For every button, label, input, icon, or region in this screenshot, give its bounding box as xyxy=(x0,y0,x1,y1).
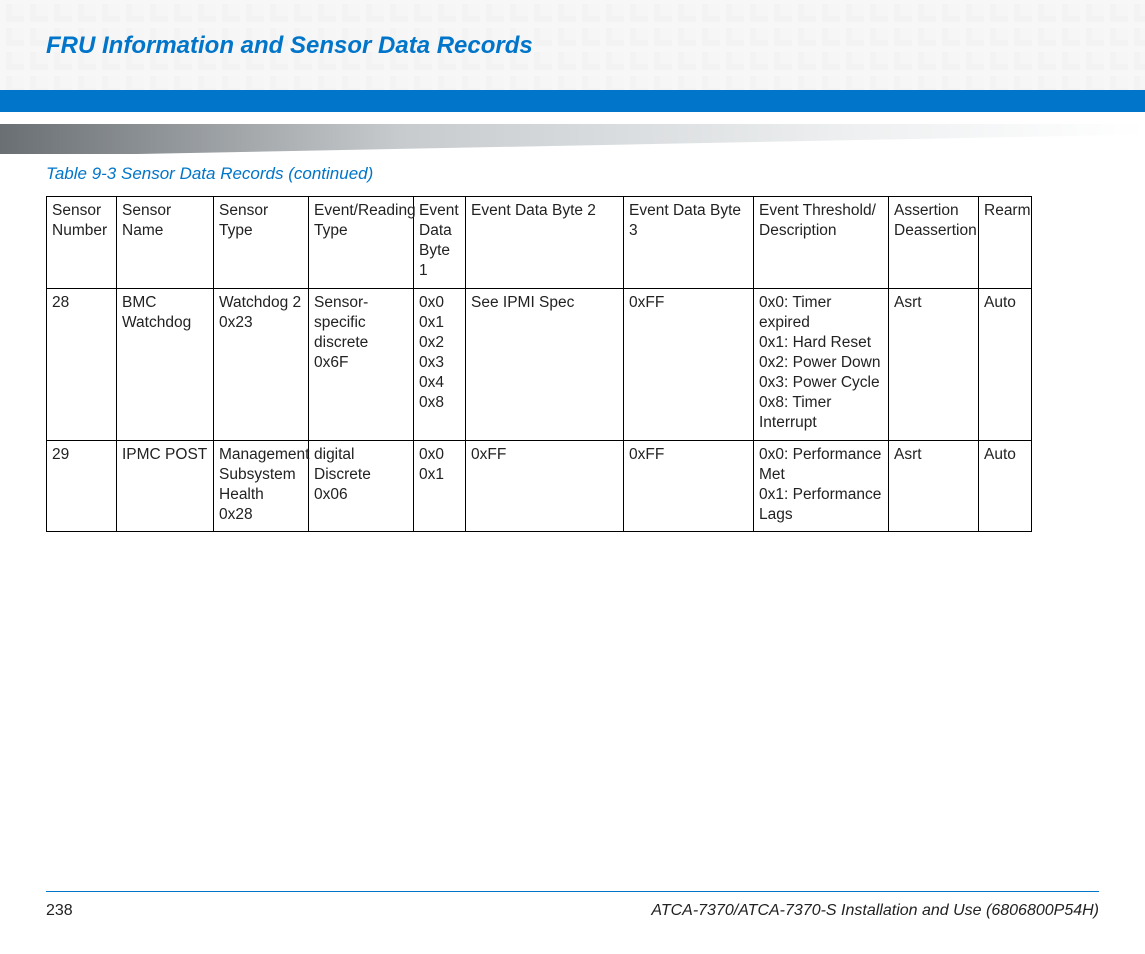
col-event-byte3: Event Data Byte 3 xyxy=(624,197,754,289)
doc-title: ATCA-7370/ATCA-7370-S Installation and U… xyxy=(651,902,1099,920)
cell-sensor-name: BMC Watchdog xyxy=(117,288,214,440)
table-header-row: Sensor Number Sensor Name Sensor Type Ev… xyxy=(47,197,1032,289)
cell-event-data-byte3: 0xFF xyxy=(624,288,754,440)
cell-event-data-byte3: 0xFF xyxy=(624,440,754,532)
cell-sensor-type: ManagementSubsystemHealth0x28 xyxy=(214,440,309,532)
col-event-byte1: Event Data Byte 1 xyxy=(414,197,466,289)
header-gradient-wedge xyxy=(0,124,1145,154)
cell-event-reading-type: Sensor-specificdiscrete0x6F xyxy=(309,288,414,440)
table-caption: Table 9-3 Sensor Data Records (continued… xyxy=(46,164,1099,184)
cell-threshold-desc: 0x0: Timer expired0x1: Hard Reset0x2: Po… xyxy=(754,288,889,440)
cell-assertion: Asrt xyxy=(889,440,979,532)
cell-threshold-desc: 0x0: Performance Met0x1: Performance Lag… xyxy=(754,440,889,532)
col-assertion: Assertion Deassertion xyxy=(889,197,979,289)
col-threshold-desc: Event Threshold/ Description xyxy=(754,197,889,289)
col-sensor-name: Sensor Name xyxy=(117,197,214,289)
table-row: 29IPMC POSTManagementSubsystemHealth0x28… xyxy=(47,440,1032,532)
cell-event-data-byte2: See IPMI Spec xyxy=(466,288,624,440)
cell-sensor-number: 29 xyxy=(47,440,117,532)
cell-sensor-number: 28 xyxy=(47,288,117,440)
table-row: 28BMC WatchdogWatchdog 20x23Sensor-speci… xyxy=(47,288,1032,440)
col-event-reading: Event/Reading Type xyxy=(309,197,414,289)
cell-event-data-byte2: 0xFF xyxy=(466,440,624,532)
cell-event-reading-type: digital Discrete0x06 xyxy=(309,440,414,532)
col-rearm: Rearm xyxy=(979,197,1032,289)
cell-event-data-byte1: 0x00x10x20x30x40x8 xyxy=(414,288,466,440)
table-body: 28BMC WatchdogWatchdog 20x23Sensor-speci… xyxy=(47,288,1032,532)
cell-sensor-name: IPMC POST xyxy=(117,440,214,532)
col-sensor-type: Sensor Type xyxy=(214,197,309,289)
cell-sensor-type: Watchdog 20x23 xyxy=(214,288,309,440)
sensor-data-records-table: Sensor Number Sensor Name Sensor Type Ev… xyxy=(46,196,1032,532)
page-footer: 238 ATCA-7370/ATCA-7370-S Installation a… xyxy=(46,891,1099,920)
col-sensor-number: Sensor Number xyxy=(47,197,117,289)
cell-rearm: Auto xyxy=(979,440,1032,532)
page-number: 238 xyxy=(46,902,73,920)
header-blue-bar xyxy=(0,90,1145,112)
col-event-byte2: Event Data Byte 2 xyxy=(466,197,624,289)
cell-rearm: Auto xyxy=(979,288,1032,440)
cell-assertion: Asrt xyxy=(889,288,979,440)
page-content: Table 9-3 Sensor Data Records (continued… xyxy=(0,164,1145,532)
cell-event-data-byte1: 0x00x1 xyxy=(414,440,466,532)
chapter-title: FRU Information and Sensor Data Records xyxy=(0,0,1145,60)
